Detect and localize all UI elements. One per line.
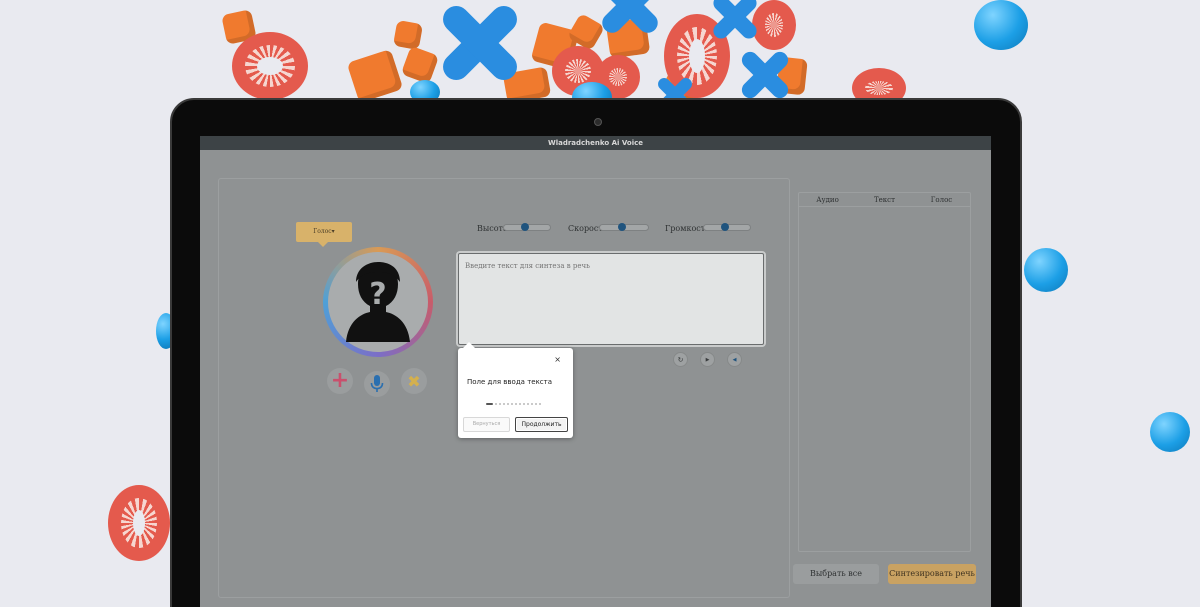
column-header-text: Текст — [874, 196, 895, 204]
play-icon: ▶ — [705, 356, 710, 363]
window-title: Wladradchenko Ai Voice — [200, 136, 991, 150]
tooltip-text: Поле для ввода текста — [467, 378, 553, 386]
volume-slider-handle[interactable] — [721, 223, 730, 231]
decor-cross — [739, 49, 792, 102]
tour-tooltip: × Поле для ввода текста Вернуться Продол… — [458, 342, 573, 438]
step-dot — [515, 403, 517, 405]
decor-ring — [232, 32, 308, 100]
speaker-icon: ◀ — [732, 356, 737, 363]
column-header-voice: Голос — [930, 196, 953, 204]
step-dot — [519, 403, 521, 405]
add-speaker-button[interactable]: + — [327, 368, 353, 394]
step-dot — [535, 403, 537, 405]
speed-slider-handle[interactable] — [618, 223, 626, 231]
step-dot — [511, 403, 513, 405]
volume-slider[interactable] — [703, 223, 751, 231]
voice-select[interactable]: Голос▾ — [296, 222, 352, 247]
tooltip-close-icon[interactable]: × — [554, 355, 561, 364]
table-header: Аудио Текст Голос — [799, 193, 970, 207]
decor-ball — [1150, 412, 1190, 452]
tooltip-step-indicator — [486, 403, 541, 405]
svg-text:?: ? — [369, 277, 386, 312]
webcam-icon — [594, 118, 602, 126]
select-all-button[interactable]: Выбрать все — [793, 564, 879, 584]
play-button[interactable]: ▶ — [700, 352, 715, 367]
step-dot — [523, 403, 525, 405]
text-input[interactable] — [458, 253, 764, 345]
step-dot — [527, 403, 529, 405]
decor-ball — [1024, 248, 1068, 292]
pitch-slider-handle[interactable] — [521, 223, 530, 231]
step-dot — [495, 403, 497, 405]
decor-cube — [346, 48, 404, 104]
step-dot — [531, 403, 533, 405]
decor-ring — [108, 485, 170, 561]
step-dot — [503, 403, 505, 405]
decor-cross — [711, 0, 760, 42]
decor-ball — [974, 0, 1028, 50]
tooltip-back-button[interactable]: Вернуться — [463, 417, 510, 432]
app-window: Wladradchenko Ai Voice Голос▾ ? + ✖ Высо… — [200, 136, 991, 607]
decor-cube — [392, 19, 424, 51]
app-content: Голос▾ ? + ✖ Высота Скорость Громкость В… — [200, 150, 991, 607]
speaker-avatar[interactable]: ? — [323, 247, 433, 357]
tooltip-next-button[interactable]: Продолжить — [515, 417, 568, 432]
decor-cube — [400, 45, 440, 85]
step-dot — [539, 403, 541, 405]
close-icon: ✖ — [407, 371, 421, 391]
repeat-icon: ↻ — [677, 355, 684, 364]
synthesize-button[interactable]: Синтезировать речь — [888, 564, 976, 584]
step-dot — [499, 403, 501, 405]
speed-slider[interactable] — [599, 223, 649, 231]
sound-button[interactable]: ◀ — [727, 352, 742, 367]
record-button[interactable] — [364, 371, 390, 397]
plus-icon: + — [330, 368, 350, 393]
column-header-audio: Аудио — [816, 196, 839, 204]
decor-cross — [438, 1, 522, 85]
pitch-slider[interactable] — [503, 223, 551, 231]
repeat-button[interactable]: ↻ — [673, 352, 688, 367]
decor-cross — [599, 0, 662, 37]
step-dot — [486, 403, 493, 405]
unknown-speaker-icon: ? — [346, 262, 410, 342]
remove-speaker-button[interactable]: ✖ — [401, 368, 427, 394]
audio-table: Аудио Текст Голос — [798, 192, 971, 552]
microphone-icon — [370, 375, 384, 392]
step-dot — [507, 403, 509, 405]
